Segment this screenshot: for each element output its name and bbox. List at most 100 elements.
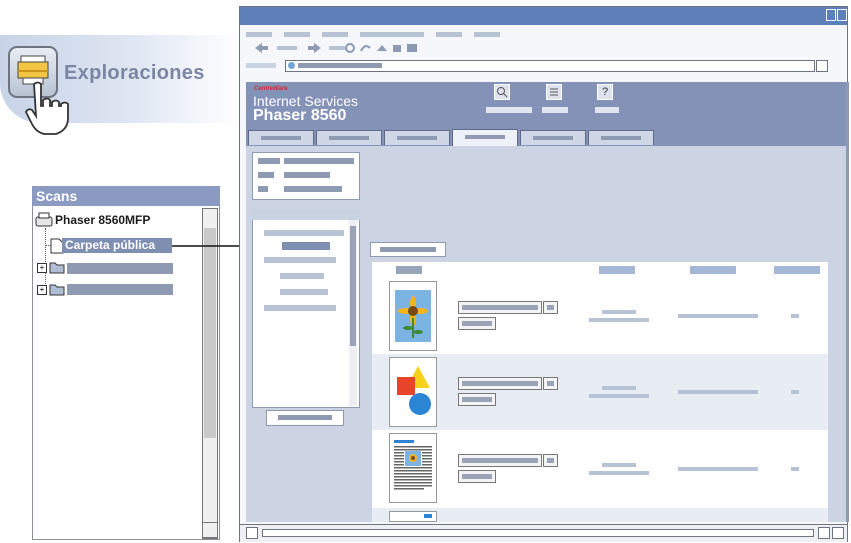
explore-label: Exploraciones [64, 62, 205, 84]
cell-value [791, 467, 799, 471]
brand-small: CentreWare [254, 86, 288, 92]
menu-item[interactable] [436, 32, 462, 37]
info-label [258, 158, 280, 164]
menu-item[interactable] [360, 32, 424, 37]
tab-support[interactable] [588, 130, 654, 145]
search-label[interactable] [486, 107, 532, 113]
info-value [284, 172, 330, 178]
table-row[interactable] [372, 508, 828, 522]
scroll-down-button[interactable] [202, 522, 218, 538]
scan-thumbnail[interactable] [389, 281, 437, 351]
tab-scans[interactable] [452, 129, 518, 146]
expand-toggle-icon[interactable]: + [37, 263, 47, 273]
menu-item[interactable] [246, 32, 272, 37]
help-icon[interactable]: ? [597, 84, 613, 100]
nav-item[interactable] [264, 257, 336, 263]
cell-value [589, 471, 649, 475]
tree-item-placeholder[interactable] [67, 284, 173, 295]
tree-item-printer[interactable]: Phaser 8560MFP [55, 213, 150, 227]
column-header[interactable] [599, 266, 635, 274]
cell-value [678, 314, 758, 318]
search-icon[interactable] [494, 84, 510, 100]
row-option-button[interactable] [543, 301, 558, 314]
nav-item[interactable] [280, 273, 324, 279]
browser-titlebar [240, 7, 847, 25]
horizontal-scroll-track[interactable] [262, 529, 814, 537]
menu-item[interactable] [284, 32, 310, 37]
scroll-right-button[interactable] [818, 527, 830, 539]
cell-value [791, 314, 799, 318]
go-button[interactable] [816, 60, 828, 72]
cell-value [678, 467, 758, 471]
table-row[interactable] [372, 354, 828, 430]
menu-item[interactable] [322, 32, 348, 37]
scan-thumbnail[interactable] [389, 433, 437, 503]
sunflower-image [395, 290, 431, 342]
tab-properties[interactable] [520, 130, 586, 145]
scan-name-field[interactable] [458, 301, 542, 314]
tree-item-public-folder[interactable]: Carpeta pública [62, 238, 172, 253]
scan-name-field[interactable] [458, 454, 542, 467]
row-option-button[interactable] [543, 377, 558, 390]
row-option-button[interactable] [543, 454, 558, 467]
info-value [284, 186, 342, 192]
row-action-button[interactable] [458, 470, 496, 483]
scans-panel-title: Scans [32, 186, 220, 206]
nav-item[interactable] [280, 289, 328, 295]
nav-item[interactable] [264, 230, 344, 236]
help-label[interactable] [595, 107, 619, 113]
nav-item[interactable] [264, 305, 336, 311]
table-row[interactable] [372, 430, 828, 506]
info-value [284, 158, 354, 164]
document-image [394, 440, 432, 490]
tab-jobs[interactable] [316, 130, 382, 145]
window-restore-button[interactable] [826, 9, 836, 21]
cell-value [678, 390, 758, 394]
column-header[interactable] [774, 266, 820, 274]
address-value [298, 63, 382, 68]
printer-icon [35, 212, 53, 227]
tree-guide-line [45, 228, 46, 288]
product-name: Phaser 8560 [253, 107, 347, 124]
window-close-button[interactable] [837, 9, 847, 21]
folder-icon [49, 262, 65, 274]
scrollbar-thumb[interactable] [204, 228, 216, 438]
folder-icon [49, 284, 65, 296]
folder-nav-header [252, 210, 360, 220]
cell-value [602, 310, 636, 314]
browser-toolbar[interactable] [253, 41, 453, 55]
folder-action-label [380, 247, 436, 252]
column-header[interactable] [690, 266, 736, 274]
scan-name-field[interactable] [458, 377, 542, 390]
address-label [246, 63, 276, 68]
cell-value [589, 394, 649, 398]
nav-item-selected[interactable] [282, 242, 330, 250]
cell-value [602, 386, 636, 390]
tab-print[interactable] [384, 130, 450, 145]
hand-pointer-icon [24, 81, 69, 135]
index-icon[interactable] [546, 84, 562, 100]
thumb-accent [424, 514, 432, 518]
scroll-left-button[interactable] [246, 527, 258, 539]
cell-value [589, 318, 649, 322]
site-icon [288, 62, 295, 69]
tab-status[interactable] [248, 130, 314, 145]
page-scrollbar[interactable] [846, 82, 849, 522]
nav-action-label [278, 415, 332, 420]
row-action-button[interactable] [458, 393, 496, 406]
table-row[interactable] [372, 278, 828, 354]
tree-item-placeholder[interactable] [67, 263, 173, 274]
menu-item[interactable] [474, 32, 500, 37]
column-header[interactable] [396, 266, 422, 274]
info-label [258, 172, 274, 178]
scan-thumbnail[interactable] [389, 357, 437, 427]
info-label [258, 186, 268, 192]
resize-corner[interactable] [832, 527, 844, 539]
cell-value [791, 390, 799, 394]
index-label[interactable] [542, 107, 568, 113]
expand-toggle-icon[interactable]: + [37, 285, 47, 295]
nav-scrollbar-thumb[interactable] [350, 226, 356, 346]
row-action-button[interactable] [458, 317, 496, 330]
shapes-image [397, 366, 431, 415]
cell-value [602, 463, 636, 467]
